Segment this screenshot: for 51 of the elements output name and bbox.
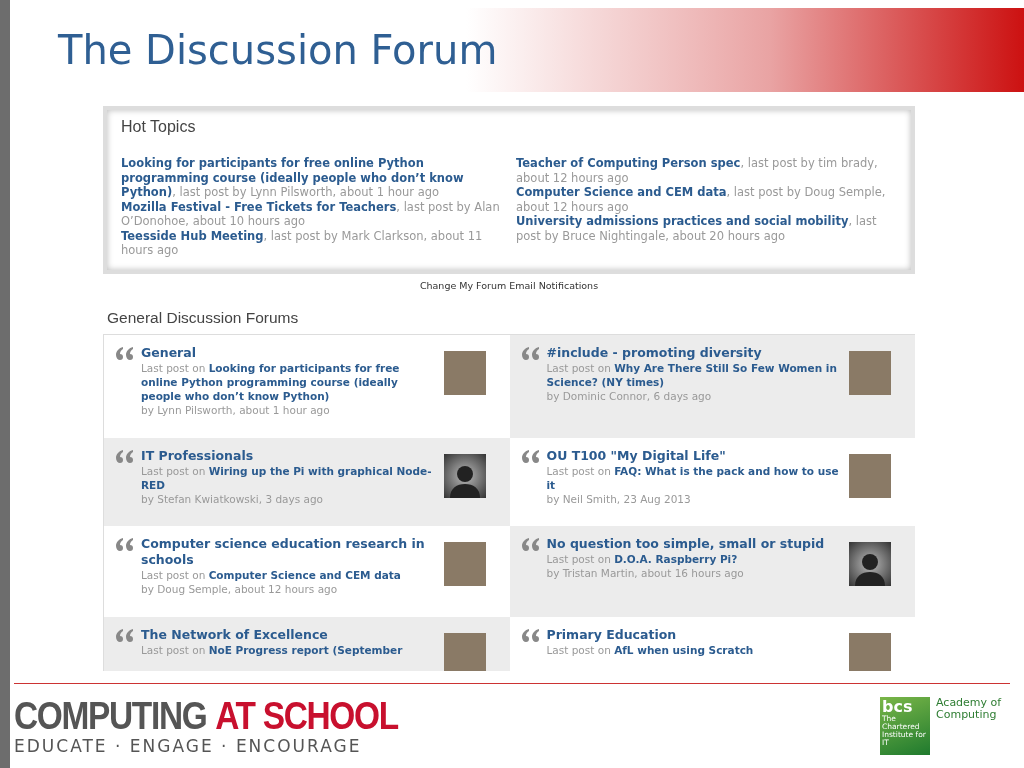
photo-placeholder xyxy=(849,350,891,395)
post-author-text: by Tristan Martin, about 16 hours ago xyxy=(546,565,745,580)
section-heading: Hot Topics xyxy=(121,118,197,136)
post-author-text: by Neil Smith, 23 Aug 2013 xyxy=(546,491,692,506)
forum-title-link[interactable]: OU T100 "My Digital Life" xyxy=(546,447,841,464)
academy-name: Academy of Computing xyxy=(936,697,1003,721)
slide-title: The Discussion Forum xyxy=(58,27,498,73)
quote-icon xyxy=(116,346,133,360)
forum-title-link[interactable]: No question too simple, small or stupid xyxy=(546,535,841,552)
photo-placeholder xyxy=(443,541,486,586)
quote-icon xyxy=(521,537,539,551)
post-author-text: by Lynn Pilsworth, about 1 hour ago xyxy=(141,402,331,417)
logo-tagline: EDUCATE · ENGAGE · ENCOURAGE xyxy=(14,736,363,756)
quote-icon xyxy=(521,346,539,360)
forum-title-link[interactable]: #include - promoting diversity xyxy=(546,344,841,361)
hot-topic-entry: Teesside Hub Meeting, last post by Mark Clarkson, about 11 hours ago xyxy=(121,228,484,258)
logo-wordmark: COMPUTING AT SCHOOL xyxy=(14,696,398,736)
post-author-text: by Stefan Kwiatkowski, 3 days ago xyxy=(141,491,325,506)
last-post-text: Last post on FAQ: What is the pack and how to use it xyxy=(546,463,840,492)
hot-topic-entry: Teacher of Computing Person spec, last post by tim brady, about 12 hours ago xyxy=(516,156,879,185)
last-post-text: Last post on NoE Progress report (September xyxy=(141,642,404,657)
quote-icon xyxy=(116,628,133,642)
avatar-silhouette xyxy=(849,541,891,586)
last-post-text: Last post on Looking for participants for free online Python programming course (ideally people who don’t know Python) xyxy=(141,360,401,403)
forum-title-link[interactable]: Primary Education xyxy=(546,626,841,643)
last-post-text: Last post on Computer Science and CEM data xyxy=(141,567,402,582)
photo-placeholder xyxy=(443,350,486,395)
hot-topic-entry: Computer Science and CEM data, last post by Doug Semple, about 12 hours ago xyxy=(516,185,887,214)
last-post-text: Last post on Why Are There Still So Few Women in Science? (NY times) xyxy=(546,360,838,389)
section-heading: General Discussion Forums xyxy=(107,308,300,327)
post-author-text: by Dominic Connor, 6 days ago xyxy=(546,388,713,403)
hot-topic-entry: University admissions practices and social mobility, last post by Bruce Nightingale, about 20 hours ago xyxy=(516,214,878,243)
last-post-text: Last post on Wiring up the Pi with graphical Node-RED xyxy=(141,463,433,492)
photo-placeholder xyxy=(443,632,486,671)
quote-icon xyxy=(116,449,133,463)
forum-title-link[interactable]: IT Professionals xyxy=(141,447,436,464)
last-post-text: Last post on AfL when using Scratch xyxy=(546,642,755,657)
quote-icon xyxy=(521,628,539,642)
photo-placeholder xyxy=(849,453,891,498)
forum-title-link[interactable]: Computer science education research in schools xyxy=(141,535,436,568)
hot-topic-entry: Mozilla Festival - Free Tickets for Teachers, last post by Alan O’Donohoe, about 10 hours ago xyxy=(121,199,501,229)
quote-icon xyxy=(116,537,133,551)
hot-topic-entry: Looking for participants for free online Python programming course (ideally people who don’t know Python), last post by Lynn Pilsworth, about 1 hour ago xyxy=(121,156,465,200)
notifications-link[interactable]: Change My Forum Email Notifications xyxy=(419,279,599,291)
photo-placeholder xyxy=(849,632,891,671)
avatar-silhouette xyxy=(443,453,486,498)
last-post-text: Last post on D.O.A. Raspberry Pi? xyxy=(546,551,739,566)
post-author-text: by Doug Semple, about 12 hours ago xyxy=(141,581,339,596)
quote-icon xyxy=(521,449,539,463)
forum-title-link[interactable]: The Network of Excellence xyxy=(141,626,436,643)
forum-title-link[interactable]: General xyxy=(141,344,436,361)
